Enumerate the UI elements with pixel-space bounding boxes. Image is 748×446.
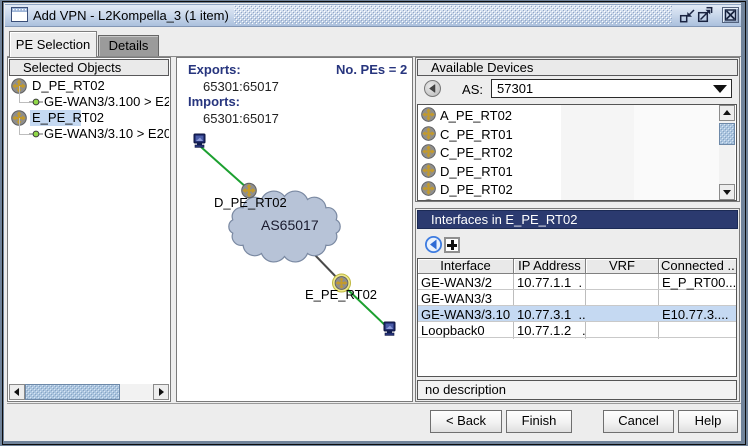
svg-text:D_PE_RT02: D_PE_RT02 [214,195,287,210]
svg-text:E_PE_RT02: E_PE_RT02 [305,287,377,302]
svg-text:AS65017: AS65017 [261,217,319,233]
